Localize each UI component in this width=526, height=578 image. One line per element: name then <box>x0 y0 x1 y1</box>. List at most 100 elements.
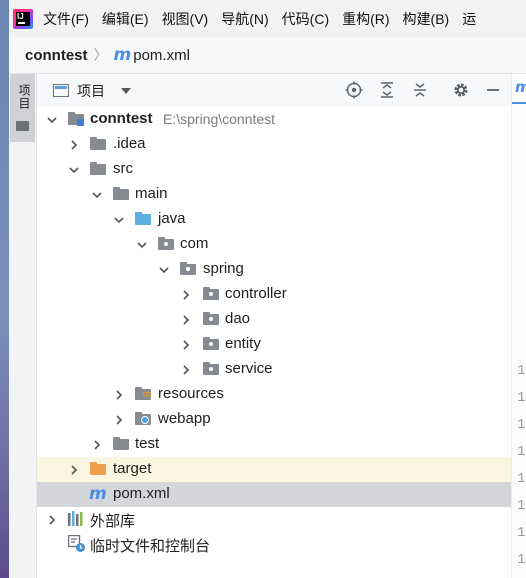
line-number: 1 <box>517 417 526 433</box>
tree-row-test[interactable]: test <box>37 432 511 457</box>
line-number: 1 <box>517 390 526 406</box>
chevron-down-icon[interactable] <box>45 113 59 127</box>
chevron-down-icon[interactable] <box>90 188 104 202</box>
menu-bar: IJ 文件(F) 编辑(E) 视图(V) 导航(N) 代码(C) 重构(R) 构… <box>9 0 526 37</box>
chevron-right-icon[interactable] <box>67 463 81 477</box>
chevron-right-icon[interactable] <box>112 413 126 427</box>
collapse-all-icon[interactable] <box>410 80 430 100</box>
tree-row-root[interactable]: conntest E:\spring\conntest <box>37 107 511 132</box>
line-number: 1 <box>517 471 526 487</box>
package-icon <box>158 237 174 251</box>
project-path: E:\spring\conntest <box>163 111 276 127</box>
tree-label: 外部库 <box>90 513 136 530</box>
project-panel-header: 项目 <box>37 74 511 107</box>
chevron-down-icon[interactable] <box>121 87 131 94</box>
menu-view[interactable]: 视图(V) <box>162 9 209 29</box>
tree-row-webapp[interactable]: webapp <box>37 407 511 432</box>
line-number: 1 <box>517 552 526 568</box>
tree-label: spring <box>203 260 244 277</box>
tree-row-resources[interactable]: resources <box>37 382 511 407</box>
maven-icon: m <box>113 45 132 65</box>
line-number: 1 <box>517 498 526 514</box>
editor-area[interactable]: m 1 1 1 1 1 1 1 1 <box>511 74 526 578</box>
tree-label: src <box>113 160 133 177</box>
tree-row-java[interactable]: java <box>37 207 511 232</box>
tree-row-external-libraries[interactable]: 外部库 <box>37 507 511 532</box>
maven-icon: m <box>515 78 526 96</box>
breadcrumb-project[interactable]: conntest <box>25 47 88 64</box>
menu-file[interactable]: 文件(F) <box>43 9 89 29</box>
hide-panel-icon[interactable] <box>483 80 503 100</box>
tree-row-pom[interactable]: m pom.xml <box>37 482 511 507</box>
chevron-down-icon[interactable] <box>67 163 81 177</box>
tree-row-idea[interactable]: .idea <box>37 132 511 157</box>
tree-row-service[interactable]: service <box>37 357 511 382</box>
editor-tab-pom[interactable]: m <box>512 74 526 104</box>
intellij-logo-icon[interactable]: IJ <box>13 8 33 29</box>
tree-row-scratches[interactable]: 临时文件和控制台 <box>37 532 511 557</box>
chevron-right-icon[interactable] <box>90 438 104 452</box>
project-view-icon <box>53 84 69 97</box>
tree-label: pom.xml <box>113 485 170 502</box>
tree-label: 临时文件和控制台 <box>90 538 211 555</box>
chevron-right-icon[interactable] <box>179 363 193 377</box>
tree-row-spring[interactable]: spring <box>37 257 511 282</box>
scratches-icon <box>67 534 85 552</box>
locate-file-icon[interactable] <box>344 80 364 100</box>
tree-label: service <box>225 360 273 377</box>
folder-icon <box>90 162 106 176</box>
tree-label: dao <box>225 310 251 327</box>
breadcrumb-separator-icon: 〉 <box>93 47 108 63</box>
chevron-right-icon[interactable] <box>179 313 193 327</box>
project-tool-window-button[interactable]: 项目 <box>10 74 35 142</box>
chevron-right-icon[interactable] <box>67 138 81 152</box>
menu-navigate[interactable]: 导航(N) <box>221 9 268 29</box>
tree-label: main <box>135 185 168 202</box>
package-icon <box>203 362 219 376</box>
chevron-down-icon[interactable] <box>157 263 171 277</box>
tree-row-dao[interactable]: dao <box>37 307 511 332</box>
chevron-right-icon[interactable] <box>45 513 59 527</box>
library-icon <box>68 511 84 526</box>
chevron-right-icon[interactable] <box>179 338 193 352</box>
project-tool-label: 项目 <box>17 84 31 110</box>
tree-row-com[interactable]: com <box>37 232 511 257</box>
menu-code[interactable]: 代码(C) <box>282 9 329 29</box>
line-number: 1 <box>517 444 526 460</box>
tree-label: controller <box>225 285 287 302</box>
tree-label: resources <box>158 385 224 402</box>
line-number: 1 <box>517 363 526 379</box>
tree-label: com <box>180 235 209 252</box>
menu-run[interactable]: 运 <box>462 9 476 29</box>
menu-build[interactable]: 构建(B) <box>403 9 450 29</box>
tree-row-controller[interactable]: controller <box>37 282 511 307</box>
breadcrumb: conntest 〉 m pom.xml <box>9 37 526 74</box>
menu-edit[interactable]: 编辑(E) <box>102 9 149 29</box>
chevron-down-icon[interactable] <box>135 238 149 252</box>
web-folder-icon <box>135 412 151 426</box>
tree-label: webapp <box>158 410 211 427</box>
chevron-right-icon[interactable] <box>112 388 126 402</box>
module-folder-icon <box>68 112 84 126</box>
folder-icon <box>90 137 106 151</box>
tree-row-src[interactable]: src <box>37 157 511 182</box>
breadcrumb-file[interactable]: pom.xml <box>133 47 190 64</box>
tree-row-target[interactable]: target <box>37 457 511 482</box>
menu-refactor[interactable]: 重构(R) <box>342 9 389 29</box>
tree-label: entity <box>225 335 261 352</box>
tool-window-strip: 项目 <box>9 74 37 578</box>
chevron-down-icon[interactable] <box>112 213 126 227</box>
resources-folder-icon <box>135 387 151 401</box>
chevron-right-icon[interactable] <box>179 288 193 302</box>
line-number: 1 <box>517 525 526 541</box>
project-tree[interactable]: conntest E:\spring\conntest .idea src ma… <box>37 107 511 578</box>
tree-label: java <box>158 210 186 227</box>
folder-icon <box>113 187 129 201</box>
folder-icon <box>16 121 29 131</box>
expand-all-icon[interactable] <box>377 80 397 100</box>
tree-row-entity[interactable]: entity <box>37 332 511 357</box>
folder-icon <box>113 437 129 451</box>
tree-row-main[interactable]: main <box>37 182 511 207</box>
view-selector-label[interactable]: 项目 <box>77 81 105 101</box>
gear-icon[interactable] <box>451 80 471 100</box>
